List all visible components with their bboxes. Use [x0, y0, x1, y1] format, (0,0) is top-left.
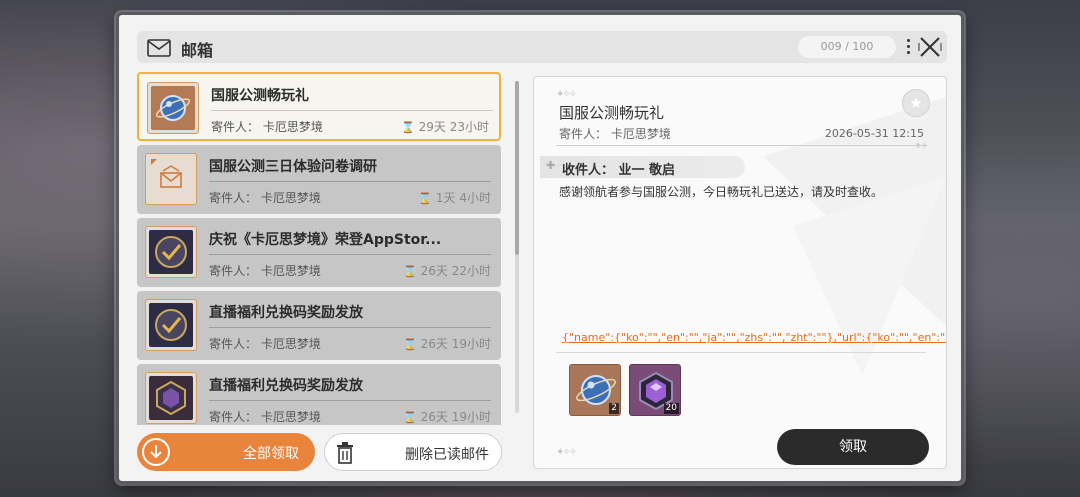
- reward-quantity: 2: [609, 403, 619, 414]
- check-badge-icon: [149, 230, 193, 274]
- divider: [556, 352, 926, 353]
- detail-title: 国服公测畅玩礼: [559, 104, 665, 122]
- delete-read-label: 删除已读邮件: [405, 447, 489, 463]
- mail-list-scrollbar[interactable]: [515, 81, 519, 413]
- mail-thumbnail: [147, 82, 199, 134]
- mail-title: 国服公测畅玩礼: [211, 88, 309, 104]
- mail-body: 感谢领航者参与国服公测，今日畅玩礼已送达，请及时查收。: [559, 185, 884, 199]
- detail-date: 2026-05-31 12:15: [824, 127, 924, 140]
- mail-item[interactable]: 国服公测畅玩礼 寄件人： 卡厄思梦境 ⌛ 29天 23小时: [137, 72, 501, 141]
- mail-expiry: ⌛ 1天 4小时: [418, 189, 491, 206]
- mail-expiry: ⌛ 26天 19小时: [403, 335, 491, 352]
- reward-quantity: 20: [663, 403, 679, 414]
- hourglass-icon: ⌛: [418, 192, 432, 205]
- mail-thumbnail: [145, 153, 197, 205]
- reward-item[interactable]: 2: [569, 364, 621, 416]
- divider: [209, 400, 491, 401]
- check-badge-icon: [149, 303, 193, 347]
- star-icon[interactable]: ★: [902, 89, 930, 117]
- globe-crystal-icon: [151, 86, 195, 130]
- mail-expiry-text: 29天 23小时: [418, 120, 489, 134]
- raw-json-text: {"name":{"ko":"","en":"","ja":"","zhs":"…: [562, 331, 946, 344]
- mailbox-window: 邮箱 009 / 100 国服公测畅玩礼 寄件人： 卡厄思梦境 ⌛ 29天 23小…: [116, 12, 964, 484]
- mail-thumbnail: [145, 299, 197, 351]
- mail-item[interactable]: 直播福利兑换码奖励发放 寄件人： 卡厄思梦境 ⌛ 26天 19小时: [137, 364, 501, 425]
- hourglass-icon: ⌛: [400, 121, 415, 134]
- divider: [209, 254, 491, 255]
- recipient-label: 收件人： 业一 敬启: [562, 163, 676, 178]
- mail-title: 直播福利兑换码奖励发放: [209, 305, 363, 321]
- mail-sender: 寄件人： 卡厄思梦境: [209, 337, 321, 351]
- claim-all-label: 全部领取: [243, 446, 299, 462]
- mail-list: 国服公测畅玩礼 寄件人： 卡厄思梦境 ⌛ 29天 23小时 国服公测三日体验问卷调…: [137, 72, 503, 425]
- mail-expiry-text: 26天 22小时: [420, 264, 491, 278]
- mail-item[interactable]: 国服公测三日体验问卷调研 寄件人： 卡厄思梦境 ⌛ 1天 4小时: [137, 145, 501, 214]
- mail-expiry-text: 1天 4小时: [435, 191, 491, 205]
- mail-item[interactable]: 直播福利兑换码奖励发放 寄件人： 卡厄思梦境 ⌛ 26天 19小时: [137, 291, 501, 360]
- page-title: 邮箱: [181, 41, 214, 60]
- divider: [209, 327, 491, 328]
- mail-icon: [147, 39, 171, 57]
- divider: [209, 181, 491, 182]
- claim-all-button[interactable]: 全部领取: [137, 433, 315, 471]
- delete-read-button[interactable]: 删除已读邮件: [324, 433, 502, 471]
- envelope-icon: [151, 159, 182, 188]
- mailbox-header: 邮箱 009 / 100: [137, 31, 947, 63]
- sparkle-decoration: ✦✧: [914, 141, 929, 152]
- divider: [211, 110, 493, 111]
- mail-thumbnail: [145, 226, 197, 278]
- mail-title: 直播福利兑换码奖励发放: [209, 378, 363, 394]
- hourglass-icon: ⌛: [402, 338, 417, 351]
- gem-case-icon: [149, 376, 193, 420]
- plus-icon: ✚: [546, 159, 556, 172]
- mail-title: 庆祝《卡厄思梦境》荣登AppStor...: [209, 232, 442, 248]
- recipient-bar: ✚ 收件人： 业一 敬启: [540, 156, 745, 178]
- mail-expiry-text: 26天 19小时: [420, 410, 491, 424]
- mail-sender: 寄件人： 卡厄思梦境: [209, 264, 321, 278]
- download-circle-icon: [142, 438, 170, 466]
- hourglass-icon: ⌛: [402, 265, 417, 278]
- scrollbar-thumb[interactable]: [515, 81, 519, 255]
- mail-detail-panel: ✦✧✧ ✦✧ ✦✧✧ 国服公测畅玩礼 寄件人： 卡厄思梦境 2026-05-31…: [533, 76, 947, 469]
- claim-button[interactable]: 领取: [777, 429, 929, 465]
- mail-sender: 寄件人： 卡厄思梦境: [211, 120, 323, 134]
- mail-sender: 寄件人： 卡厄思梦境: [209, 191, 321, 205]
- mail-thumbnail: [145, 372, 197, 424]
- mail-expiry-text: 26天 19小时: [420, 337, 491, 351]
- close-icon[interactable]: [917, 34, 943, 60]
- sparkle-decoration: ✦✧✧: [556, 447, 577, 458]
- more-options-icon[interactable]: [903, 36, 913, 58]
- reward-item[interactable]: 20: [629, 364, 681, 416]
- trash-icon: [337, 442, 353, 464]
- mail-item[interactable]: 庆祝《卡厄思梦境》荣登AppStor... 寄件人： 卡厄思梦境 ⌛ 26天 22…: [137, 218, 501, 287]
- mail-expiry: ⌛ 29天 23小时: [401, 118, 489, 135]
- detail-sender: 寄件人： 卡厄思梦境: [559, 127, 671, 141]
- mail-expiry: ⌛ 26天 19小时: [403, 408, 491, 425]
- sparkle-decoration: ✦✧✧: [556, 89, 577, 100]
- mail-expiry: ⌛ 26天 22小时: [403, 262, 491, 279]
- mail-sender: 寄件人： 卡厄思梦境: [209, 410, 321, 424]
- divider: [556, 145, 926, 146]
- mail-counter: 009 / 100: [798, 36, 896, 58]
- hourglass-icon: ⌛: [402, 411, 417, 424]
- mail-title: 国服公测三日体验问卷调研: [209, 159, 377, 175]
